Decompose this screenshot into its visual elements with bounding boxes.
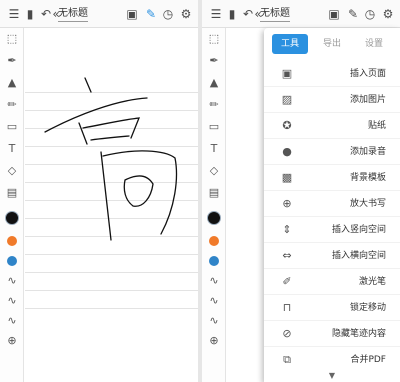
menu-item-background-template[interactable]: ▩ 背景模板: [264, 165, 400, 191]
clock-icon[interactable]: ◷: [160, 6, 176, 22]
page-add-icon[interactable]: ▣: [124, 6, 140, 22]
writing-canvas[interactable]: [25, 28, 198, 382]
color-blue[interactable]: [3, 252, 21, 270]
menu-item-label: 合并PDF: [350, 355, 386, 365]
eraser-icon[interactable]: ▭: [205, 118, 223, 136]
page-add-icon[interactable]: ▣: [326, 6, 342, 22]
tab-tools[interactable]: 工具: [272, 34, 308, 54]
menu-item-merge-pdf[interactable]: ⧉ 合并PDF: [264, 347, 400, 373]
menu-item-add-recording[interactable]: ● 添加录音: [264, 139, 400, 165]
pen-tool-icon[interactable]: ✒: [205, 52, 223, 70]
notebook-icon[interactable]: ▮: [22, 6, 38, 22]
vertical-space-icon: ⇕: [282, 223, 292, 236]
sticker-tool-icon[interactable]: ▤: [3, 184, 21, 202]
select-icon[interactable]: ⬚: [3, 30, 21, 48]
merge-pdf-icon: ⧉: [283, 353, 291, 366]
tool-sidebar: ⬚ ✒ ▲ ✏ ▭ T ◇ ▤ ∿ ∿ ∿ ⊕: [202, 28, 226, 382]
add-icon[interactable]: ⊕: [205, 332, 223, 350]
color-black[interactable]: [205, 209, 223, 227]
document-title[interactable]: 无标题: [58, 8, 88, 22]
menu-item-label: 放大书写: [349, 199, 386, 209]
menu-item-laser-pointer[interactable]: ✐ 激光笔: [264, 269, 400, 295]
menu-item-zoom-writing[interactable]: ⊕ 放大书写: [264, 191, 400, 217]
color-black[interactable]: [3, 209, 21, 227]
gear-icon[interactable]: ⚙: [380, 6, 396, 22]
document-title[interactable]: 无标题: [260, 8, 290, 22]
microphone-icon: ●: [282, 145, 292, 158]
menu-icon[interactable]: ☰: [6, 6, 22, 22]
stroke-medium-icon[interactable]: ∿: [3, 292, 21, 310]
horizontal-space-icon: ⇔: [282, 249, 292, 262]
menu-tabs: 工具 导出 设置: [264, 28, 400, 60]
notebook-icon[interactable]: ▮: [224, 6, 240, 22]
stroke-thin-icon[interactable]: ∿: [205, 272, 223, 290]
sticker-tool-icon[interactable]: ▤: [205, 184, 223, 202]
stroke-medium-icon[interactable]: ∿: [205, 292, 223, 310]
insert-page-icon: ▣: [281, 67, 293, 80]
zoom-icon: ⊕: [282, 197, 292, 210]
pen-tool-icon[interactable]: ✒: [3, 52, 21, 70]
clock-icon[interactable]: ◷: [362, 6, 378, 22]
pencil-icon[interactable]: ✏: [205, 96, 223, 114]
text-tool-icon[interactable]: T: [3, 140, 21, 158]
marker-icon[interactable]: ▲: [205, 74, 223, 92]
menu-item-insert-vertical-space[interactable]: ⇕ 插入竖向空间: [264, 217, 400, 243]
shapes-icon[interactable]: ◇: [3, 162, 21, 180]
stroke-thin-icon[interactable]: ∿: [3, 272, 21, 290]
menu-item-label: 添加录音: [349, 147, 386, 157]
marker-icon[interactable]: ▲: [3, 74, 21, 92]
sticker-icon: ✪: [282, 119, 292, 132]
menu-item-label: 插入页面: [349, 69, 386, 79]
menu-item-label: 插入横向空间: [331, 251, 386, 261]
color-orange[interactable]: [3, 232, 21, 250]
menu-item-label: 激光笔: [358, 277, 386, 287]
tab-settings[interactable]: 设置: [356, 34, 392, 54]
top-toolbar: ☰ ▮ ↶ « 无标题 ▣ ✎ ◷ ⚙: [202, 0, 400, 28]
menu-item-label: 添加图片: [349, 95, 386, 105]
pencil-icon[interactable]: ✏: [3, 96, 21, 114]
right-screen: ☰ ▮ ↶ « 无标题 ▣ ✎ ◷ ⚙ ⬚ ✒ ▲ ✏ ▭ T ◇ ▤ ∿ ∿ …: [202, 0, 400, 382]
chevron-down-icon[interactable]: ▼: [326, 371, 338, 381]
shapes-icon[interactable]: ◇: [205, 162, 223, 180]
menu-item-sticker[interactable]: ✪ 贴纸: [264, 113, 400, 139]
laser-icon: ✐: [282, 275, 292, 288]
top-toolbar: ☰ ▮ ↶ « 无标题 ▣ ✎ ◷ ⚙: [0, 0, 198, 28]
stroke-thick-icon[interactable]: ∿: [3, 312, 21, 330]
menu-item-insert-page[interactable]: ▣ 插入页面: [264, 61, 400, 87]
tab-export[interactable]: 导出: [314, 34, 350, 54]
menu-item-hide-ink[interactable]: ⊘ 隐藏笔迹内容: [264, 321, 400, 347]
menu-item-insert-horizontal-space[interactable]: ⇔ 插入横向空间: [264, 243, 400, 269]
menu-item-label: 背景模板: [349, 173, 386, 183]
tools-popup-menu: 工具 导出 设置 ▣ 插入页面 ▨ 添加图片 ✪ 贴纸 ● 添加录音 ▩ 背景模…: [264, 28, 400, 382]
tool-sidebar: ⬚ ✒ ▲ ✏ ▭ T ◇ ▤ ∿ ∿ ∿ ⊕: [0, 28, 24, 382]
eraser-icon[interactable]: ▭: [3, 118, 21, 136]
lock-icon: ⊓: [282, 301, 292, 314]
gear-icon[interactable]: ⚙: [178, 6, 194, 22]
pen-icon[interactable]: ✎: [143, 6, 159, 22]
image-icon: ▨: [281, 93, 293, 106]
menu-icon[interactable]: ☰: [208, 6, 224, 22]
hide-icon: ⊘: [282, 327, 292, 340]
left-screen: ☰ ▮ ↶ « 无标题 ▣ ✎ ◷ ⚙ ⬚ ✒ ▲ ✏ ▭ T ◇ ▤ ∿ ∿ …: [0, 0, 198, 382]
text-tool-icon[interactable]: T: [205, 140, 223, 158]
template-icon: ▩: [281, 171, 293, 184]
pen-icon[interactable]: ✎: [345, 6, 361, 22]
menu-item-label: 锁定移动: [349, 303, 386, 313]
menu-item-lock-move[interactable]: ⊓ 锁定移动: [264, 295, 400, 321]
select-icon[interactable]: ⬚: [205, 30, 223, 48]
color-orange[interactable]: [205, 232, 223, 250]
stroke-thick-icon[interactable]: ∿: [205, 312, 223, 330]
handwritten-stroke: [44, 77, 178, 241]
menu-item-label: 插入竖向空间: [331, 225, 386, 235]
menu-item-label: 贴纸: [367, 121, 386, 131]
menu-item-add-image[interactable]: ▨ 添加图片: [264, 87, 400, 113]
menu-item-label: 隐藏笔迹内容: [331, 329, 386, 339]
color-blue[interactable]: [205, 252, 223, 270]
add-icon[interactable]: ⊕: [3, 332, 21, 350]
